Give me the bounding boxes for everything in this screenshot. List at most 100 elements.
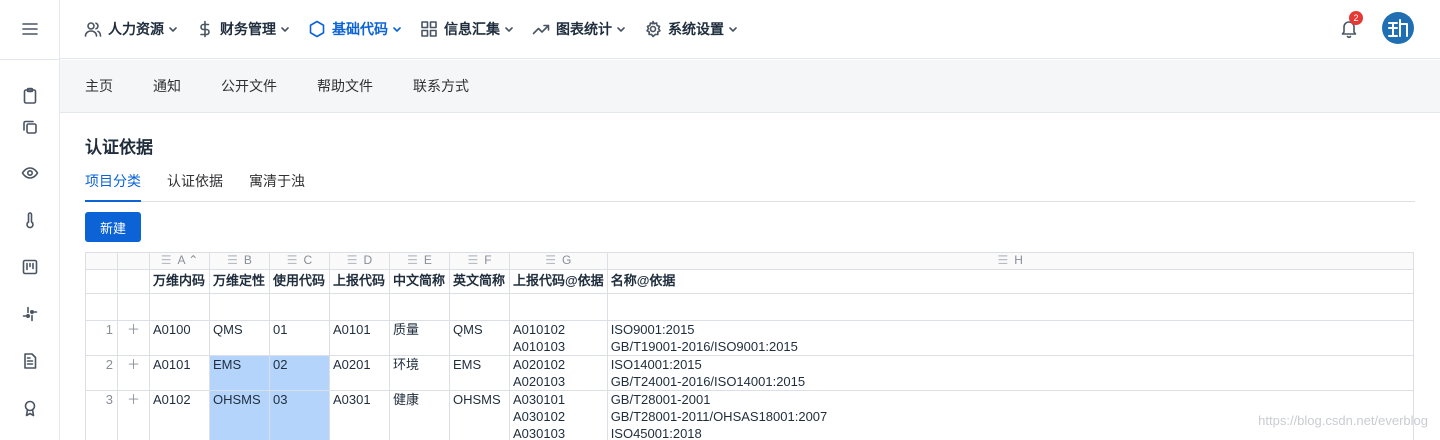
new-button[interactable]: 新建 — [85, 212, 141, 242]
header-cell[interactable]: 名称@依据 — [606, 269, 1414, 294]
col-letter-e[interactable]: ☰ E — [389, 252, 450, 270]
cell[interactable]: QMS — [449, 320, 510, 356]
nav-label: 系统设置 — [668, 21, 724, 37]
cell[interactable]: ISO9001:2015 GB/T19001-2016/ISO9001:2015 — [606, 320, 1414, 356]
tab-basis[interactable]: 认证依据 — [167, 173, 223, 202]
kanban-icon[interactable] — [19, 256, 41, 278]
clipboard-icon[interactable] — [19, 85, 41, 107]
nav-base-code[interactable]: 基础代码 — [308, 19, 402, 39]
corner-cell — [117, 252, 150, 270]
cell-selected[interactable]: OHSMS — [209, 390, 270, 440]
cell[interactable]: 01 — [269, 320, 330, 356]
cell[interactable]: A0102 — [149, 390, 210, 440]
page-title: 认证依据 — [85, 138, 153, 157]
expand-plus-icon[interactable]: ＋ — [117, 390, 150, 440]
drag-handle-icon: ☰ — [407, 253, 418, 268]
subnav-help-files[interactable]: 帮助文件 — [317, 76, 373, 96]
subnav-notice[interactable]: 通知 — [153, 76, 181, 96]
thermometer-icon[interactable] — [19, 209, 41, 231]
avatar[interactable] — [1382, 12, 1414, 44]
nav-label: 财务管理 — [220, 21, 276, 37]
cell[interactable]: A0301 — [329, 390, 390, 440]
nav-settings[interactable]: 系统设置 — [644, 19, 738, 39]
nav-finance[interactable]: 财务管理 — [196, 19, 290, 39]
header-cell[interactable]: 中文简称 — [389, 269, 450, 294]
spreadsheet-grid: ☰ A ⌃ ☰ B ☰ C ☰ D ☰ E ☰ F ☰ G ☰ H 万维内码 万维定性 使用代码… — [85, 252, 1414, 440]
cell[interactable]: A010102 A010103 — [509, 320, 608, 356]
rail-divider — [0, 59, 60, 60]
col-letter-f[interactable]: ☰ F — [449, 252, 510, 270]
trend-icon — [532, 20, 550, 38]
dollar-icon — [196, 20, 214, 38]
table-row: 2 ＋ A0101 EMS 02 A0201 环境 EMS A020102 A02… — [85, 355, 1414, 391]
drag-handle-icon: ☰ — [545, 253, 557, 268]
corner-cell — [85, 252, 118, 270]
row-number: 1 — [85, 320, 118, 356]
col-letter-h[interactable]: ☰ H — [606, 252, 1414, 270]
cell[interactable]: EMS — [449, 355, 510, 391]
award-icon[interactable] — [19, 397, 41, 419]
drag-handle-icon: ☰ — [997, 253, 1009, 268]
cell[interactable]: A0201 — [329, 355, 390, 391]
header-cell[interactable]: 上报代码 — [329, 269, 390, 294]
header-cell[interactable]: 万维内码 — [149, 269, 210, 294]
hamburger-menu-icon[interactable] — [20, 19, 40, 39]
tab-other[interactable]: 寓清于浊 — [249, 173, 305, 202]
hexagon-icon — [308, 20, 326, 38]
header-row: 万维内码 万维定性 使用代码 上报代码 中文简称 英文简称 上报代码@依据 名称… — [85, 269, 1414, 294]
col-letter-d[interactable]: ☰ D — [329, 252, 390, 270]
drag-handle-icon: ☰ — [160, 253, 172, 268]
subnav-contact[interactable]: 联系方式 — [413, 76, 469, 96]
cell-selected[interactable]: EMS — [209, 355, 270, 391]
nav-charts[interactable]: 图表统计 — [532, 19, 626, 39]
left-rail — [0, 0, 60, 440]
drag-handle-icon: ☰ — [467, 253, 479, 268]
cell[interactable]: A030101 A030102 A030103 — [509, 390, 608, 440]
cell[interactable]: A0101 — [149, 355, 210, 391]
cell[interactable]: A0100 — [149, 320, 210, 356]
cell-selected[interactable]: 02 — [269, 355, 330, 391]
chevron-down-icon — [281, 27, 289, 32]
empty-row — [85, 293, 1414, 321]
header-cell[interactable]: 英文简称 — [449, 269, 510, 294]
cell[interactable]: 质量 — [389, 320, 450, 356]
cell[interactable]: QMS — [209, 320, 270, 356]
nav-label: 信息汇集 — [444, 21, 500, 37]
chevron-down-icon — [617, 27, 625, 32]
top-nav: 人力资源 财务管理 基础代码 信息汇集 图表统计 系统设置 2 — [60, 0, 1440, 59]
col-letter-b[interactable]: ☰ B — [209, 252, 270, 270]
header-cell[interactable]: 使用代码 — [269, 269, 330, 294]
document-icon[interactable] — [19, 350, 41, 372]
cell[interactable]: 健康 — [389, 390, 450, 440]
header-cell[interactable]: 上报代码@依据 — [509, 269, 608, 294]
copy-icon[interactable] — [19, 116, 41, 138]
cell[interactable]: A0101 — [329, 320, 390, 356]
nav-info[interactable]: 信息汇集 — [420, 19, 514, 39]
app-window: 人力资源 财务管理 基础代码 信息汇集 图表统计 系统设置 2 主页 通知 公开… — [0, 0, 1440, 440]
cell[interactable]: 环境 — [389, 355, 450, 391]
subnav-public-files[interactable]: 公开文件 — [221, 76, 277, 96]
col-letter-c[interactable]: ☰ C — [269, 252, 330, 270]
tab-category[interactable]: 项目分类 — [85, 173, 141, 202]
nav-hr[interactable]: 人力资源 — [84, 19, 178, 39]
cell[interactable]: A020102 A020103 — [509, 355, 608, 391]
eye-icon[interactable] — [19, 162, 41, 184]
col-letter-g[interactable]: ☰ G — [509, 252, 608, 270]
bell-icon[interactable]: 2 — [1338, 11, 1363, 39]
subnav-home[interactable]: 主页 — [85, 76, 113, 96]
chevron-down-icon — [729, 27, 737, 32]
gear-icon — [644, 20, 662, 38]
slack-icon[interactable] — [19, 303, 41, 325]
chevron-down-icon — [169, 27, 177, 32]
row-number: 2 — [85, 355, 118, 391]
cell[interactable]: OHSMS — [449, 390, 510, 440]
header-cell[interactable]: 万维定性 — [209, 269, 270, 294]
drag-handle-icon: ☰ — [227, 253, 238, 268]
column-letter-row: ☰ A ⌃ ☰ B ☰ C ☰ D ☰ E ☰ F ☰ G ☰ H — [85, 252, 1414, 270]
nav-label: 基础代码 — [332, 21, 388, 37]
expand-plus-icon[interactable]: ＋ — [117, 355, 150, 391]
cell[interactable]: ISO14001:2015 GB/T24001-2016/ISO14001:201… — [606, 355, 1414, 391]
cell-selected[interactable]: 03 — [269, 390, 330, 440]
expand-plus-icon[interactable]: ＋ — [117, 320, 150, 356]
col-letter-a[interactable]: ☰ A ⌃ — [149, 252, 210, 270]
